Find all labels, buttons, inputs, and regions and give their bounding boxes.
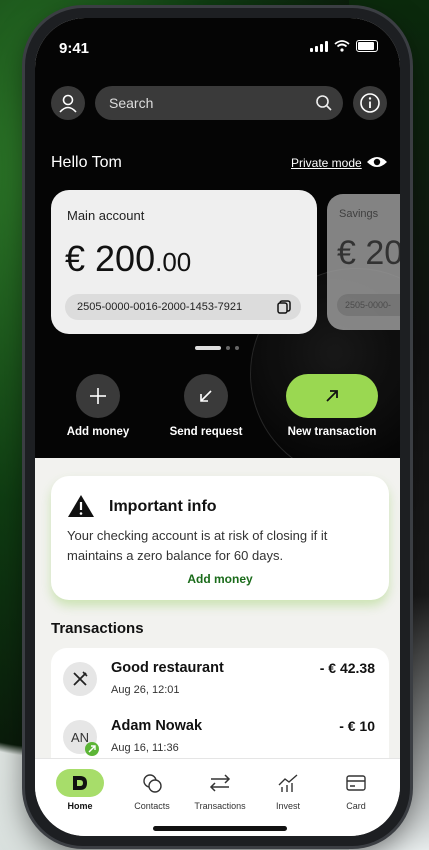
signal-icon bbox=[310, 40, 328, 52]
private-mode-link[interactable]: Private mode bbox=[291, 156, 362, 170]
new-transaction-button[interactable] bbox=[286, 374, 378, 418]
transfer-icon bbox=[209, 774, 231, 792]
tab-label: Transactions bbox=[194, 801, 246, 811]
home-indicator bbox=[153, 826, 287, 831]
carousel-dot bbox=[235, 346, 239, 350]
tab-transactions[interactable]: Transactions bbox=[185, 769, 255, 811]
bottom-tab-bar: Home Contacts Transactions Invest Card bbox=[35, 758, 400, 836]
phone-frame: 9:41 Search Hello Tom Private mode Main … bbox=[25, 8, 410, 846]
search-input[interactable]: Search bbox=[95, 86, 343, 120]
tab-label: Invest bbox=[275, 801, 300, 811]
tab-label: Card bbox=[346, 801, 366, 811]
status-icons bbox=[310, 40, 378, 52]
new-transaction-action[interactable]: New transaction bbox=[277, 374, 387, 438]
savings-balance: € 20 bbox=[337, 234, 400, 272]
transaction-row[interactable]: AN Adam Nowak Aug 16, 11:36 - € 10 bbox=[51, 706, 389, 762]
add-money-link[interactable]: Add money bbox=[51, 572, 389, 586]
warning-icon bbox=[68, 495, 94, 517]
send-request-action[interactable]: Send request bbox=[161, 374, 251, 438]
tab-home[interactable]: Home bbox=[45, 769, 115, 811]
arrow-up-right-icon bbox=[326, 390, 338, 402]
search-placeholder: Search bbox=[109, 95, 154, 111]
top-section: 9:41 Search Hello Tom Private mode Main … bbox=[35, 18, 400, 458]
action-label: Add money bbox=[66, 426, 130, 438]
tab-label: Home bbox=[67, 801, 93, 811]
savings-account-card[interactable]: Savings € 20 2505-0000- bbox=[327, 194, 400, 330]
transaction-date: Aug 26, 12:01 bbox=[111, 684, 180, 696]
important-info-card: Important info Your checking account is … bbox=[51, 476, 389, 600]
info-title: Important info bbox=[109, 498, 217, 515]
app-screen: 9:41 Search Hello Tom Private mode Main … bbox=[35, 18, 400, 836]
iban-text: 2505-0000-0016-2000-1453-7921 bbox=[77, 301, 243, 313]
info-text: Your checking account is at risk of clos… bbox=[67, 528, 328, 563]
transfer-badge-icon bbox=[85, 742, 99, 756]
balance-decimal: .00 bbox=[155, 247, 192, 277]
card-icon bbox=[346, 775, 366, 791]
account-balance: € 200.00 bbox=[65, 238, 191, 280]
home-logo-icon bbox=[56, 769, 104, 797]
status-time: 9:41 bbox=[59, 40, 90, 57]
account-number: 2505-0000-0016-2000-1453-7921 bbox=[65, 294, 301, 320]
eye-icon[interactable] bbox=[366, 154, 388, 170]
copy-icon[interactable] bbox=[277, 300, 291, 314]
transactions-heading: Transactions bbox=[51, 620, 144, 637]
transaction-date: Aug 16, 11:36 bbox=[111, 742, 179, 754]
transaction-name: Good restaurant bbox=[111, 660, 224, 676]
carousel-indicator bbox=[195, 346, 239, 350]
account-label: Main account bbox=[67, 208, 145, 223]
transaction-avatar bbox=[63, 662, 97, 696]
contacts-icon bbox=[143, 774, 162, 793]
user-icon bbox=[59, 94, 77, 113]
arrow-down-left-icon bbox=[200, 390, 212, 402]
add-money-button[interactable] bbox=[76, 374, 120, 418]
cutlery-icon bbox=[73, 671, 88, 686]
send-request-button[interactable] bbox=[184, 374, 228, 418]
chart-icon bbox=[278, 774, 298, 792]
savings-iban: 2505-0000- bbox=[337, 294, 400, 316]
action-label: New transaction bbox=[287, 426, 377, 438]
transaction-amount: - € 42.38 bbox=[319, 660, 375, 676]
transaction-name: Adam Nowak bbox=[111, 718, 203, 734]
transaction-row[interactable]: Good restaurant Aug 26, 12:01 - € 42.38 bbox=[51, 648, 389, 704]
status-bar: 9:41 bbox=[35, 18, 400, 64]
action-label: Send request bbox=[169, 426, 243, 438]
balance-whole: € 200 bbox=[65, 238, 156, 279]
transaction-amount: - € 10 bbox=[339, 718, 375, 734]
battery-icon bbox=[356, 40, 378, 52]
tab-contacts[interactable]: Contacts bbox=[117, 769, 187, 811]
carousel-dot-active bbox=[195, 346, 221, 350]
wifi-icon bbox=[334, 40, 350, 52]
tab-label: Contacts bbox=[134, 801, 170, 811]
plus-icon bbox=[90, 388, 106, 404]
tab-card[interactable]: Card bbox=[321, 769, 391, 811]
main-account-card[interactable]: Main account € 200.00 2505-0000-0016-200… bbox=[51, 190, 317, 334]
carousel-dot bbox=[226, 346, 230, 350]
add-money-action[interactable]: Add money bbox=[53, 374, 143, 438]
savings-label: Savings bbox=[339, 208, 379, 220]
profile-button[interactable] bbox=[51, 86, 85, 120]
greeting: Hello Tom bbox=[51, 154, 122, 171]
tab-invest[interactable]: Invest bbox=[253, 769, 323, 811]
info-icon bbox=[360, 93, 380, 113]
search-icon bbox=[316, 95, 332, 111]
info-button[interactable] bbox=[353, 86, 387, 120]
